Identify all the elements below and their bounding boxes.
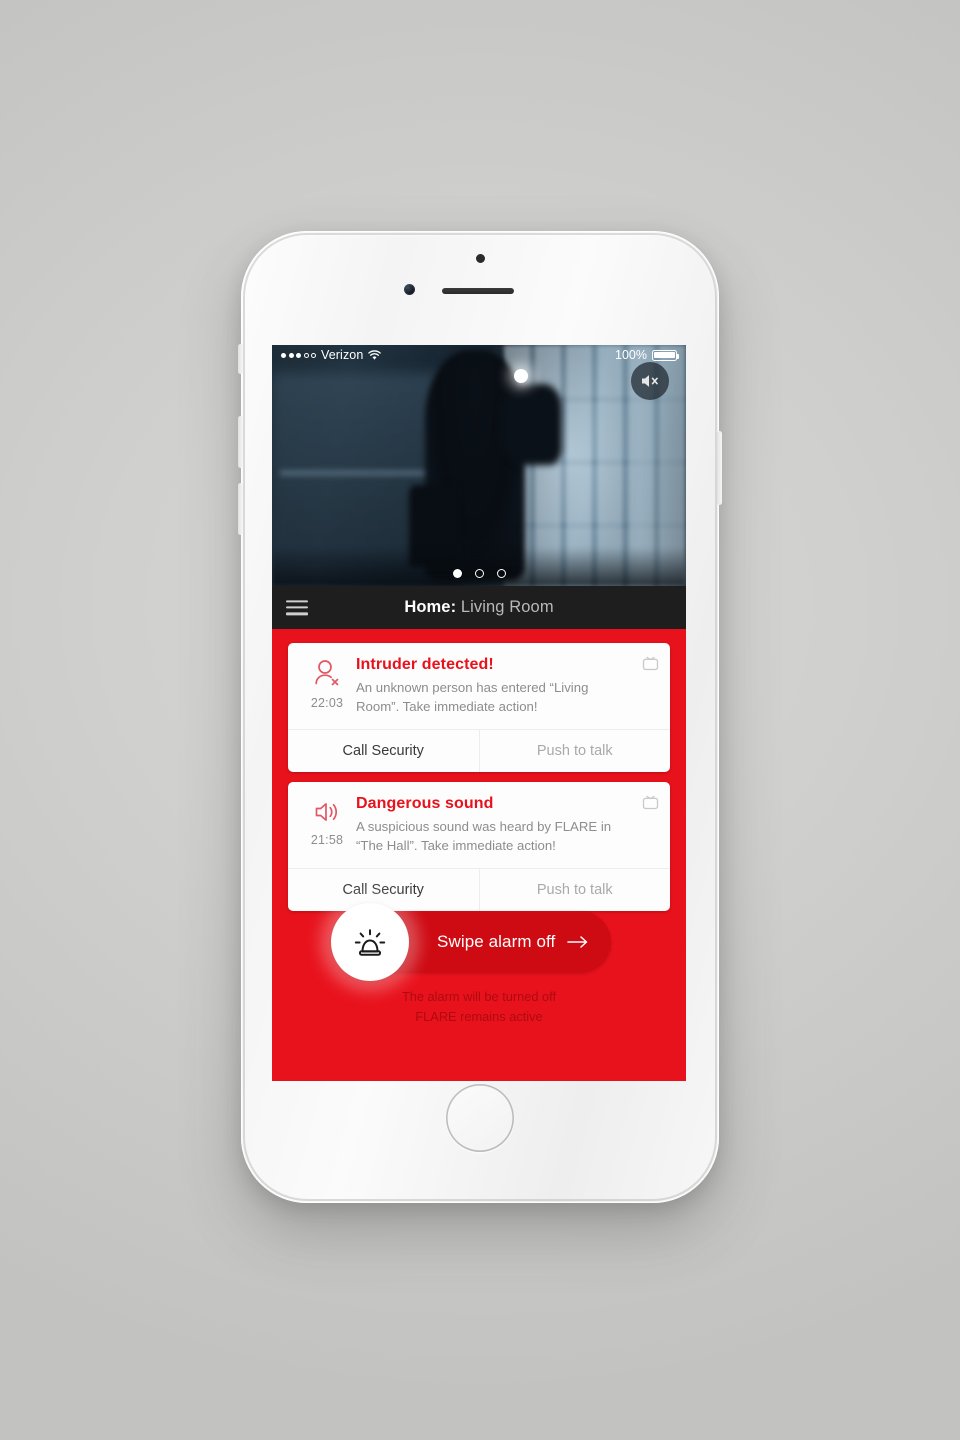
page-title-room: Living Room: [456, 598, 554, 616]
carousel-dot-1[interactable]: [452, 569, 462, 578]
status-bar: Verizon 100%: [272, 345, 686, 365]
push-to-talk-button[interactable]: Push to talk: [478, 729, 671, 772]
swipe-track[interactable]: Swipe alarm off: [331, 903, 611, 981]
proximity-sensor-icon: [476, 254, 485, 263]
alert-card-sound[interactable]: 21:58 Dangerous sound A suspicious sound…: [288, 781, 671, 911]
swipe-alarm-control[interactable]: Swipe alarm off: [272, 903, 686, 981]
volume-up-button[interactable]: [238, 416, 243, 468]
call-security-button[interactable]: Call Security: [288, 869, 479, 911]
app-navbar: Home: Living Room: [272, 586, 686, 629]
mute-button[interactable]: [631, 362, 669, 400]
speaker-sound-icon: [315, 802, 338, 821]
front-camera-icon: [404, 284, 415, 295]
phone-device: Verizon 100% Home: Living Room 22:03 Int…: [238, 231, 722, 1203]
alert-card-intruder[interactable]: 22:03 Intruder detected! An unknown pers…: [288, 643, 670, 772]
carousel-dot-2[interactable]: [474, 569, 484, 578]
page-title: Home: Living Room: [272, 598, 686, 617]
alert-time: 22:03: [310, 696, 344, 710]
carousel-dot-3[interactable]: [496, 569, 506, 578]
camera-video-feed[interactable]: Verizon 100%: [272, 345, 686, 586]
carrier-label: Verizon: [321, 348, 364, 362]
alert-card-body: 22:03 Intruder detected! An unknown pers…: [288, 643, 670, 729]
swipe-footer-line-2: FLARE remains active: [415, 1008, 543, 1024]
hamburger-menu-icon[interactable]: [286, 599, 308, 616]
arrow-right-icon: [567, 936, 588, 948]
swipe-alarm-off-label: Swipe alarm off: [437, 932, 556, 951]
video-shelf: [280, 470, 446, 477]
alert-actions: Call Security Push to talk: [288, 728, 671, 772]
alert-icon-column: 21:58: [298, 795, 356, 856]
alert-text-column: Intruder detected! An unknown person has…: [356, 656, 658, 717]
alert-actions: Call Security Push to talk: [288, 867, 671, 911]
alert-description: A suspicious sound was heard by FLARE in…: [356, 818, 612, 853]
swipe-knob[interactable]: [331, 903, 409, 981]
speaker-mute-icon: [642, 375, 658, 387]
wifi-icon: [368, 349, 382, 360]
alert-title: Intruder detected!: [356, 656, 494, 673]
silent-switch[interactable]: [238, 344, 243, 374]
status-bar-right: 100%: [615, 348, 680, 362]
page-title-prefix: Home:: [404, 598, 457, 616]
alert-card-body: 21:58 Dangerous sound A suspicious sound…: [288, 782, 670, 868]
alert-icon-column: 22:03: [298, 656, 356, 717]
push-to-talk-button[interactable]: Push to talk: [478, 868, 671, 911]
alert-time: 21:58: [310, 832, 344, 847]
battery-icon: [652, 349, 680, 361]
tv-camera-icon[interactable]: [641, 653, 660, 677]
phone-screen: Verizon 100% Home: Living Room 22:03 Int…: [272, 345, 686, 1081]
status-bar-left: Verizon: [281, 348, 382, 362]
siren-alarm-icon: [354, 929, 386, 956]
swipe-label-group: Swipe alarm off: [437, 932, 589, 952]
alert-title: Dangerous sound: [356, 794, 494, 812]
earpiece-speaker: [442, 288, 514, 294]
power-button[interactable]: [717, 431, 722, 505]
signal-strength-icon: [281, 352, 316, 358]
home-button[interactable]: [446, 1084, 514, 1152]
tv-camera-icon[interactable]: [641, 792, 660, 816]
carousel-dots[interactable]: [272, 569, 686, 578]
swipe-footer-note: The alarm will be turned off FLARE remai…: [272, 987, 686, 1027]
volume-down-button[interactable]: [238, 483, 243, 535]
alert-description: An unknown person has entered “Living Ro…: [356, 680, 589, 714]
intruder-arm: [499, 383, 562, 466]
video-foreground: [272, 547, 686, 586]
alerts-panel: 22:03 Intruder detected! An unknown pers…: [272, 629, 686, 1081]
battery-percent-label: 100%: [615, 348, 647, 362]
person-intruder-icon: [315, 660, 339, 686]
call-security-button[interactable]: Call Security: [288, 730, 479, 772]
alert-text-column: Dangerous sound A suspicious sound was h…: [356, 795, 658, 856]
swipe-footer-line-1: The alarm will be turned off: [401, 989, 557, 1004]
